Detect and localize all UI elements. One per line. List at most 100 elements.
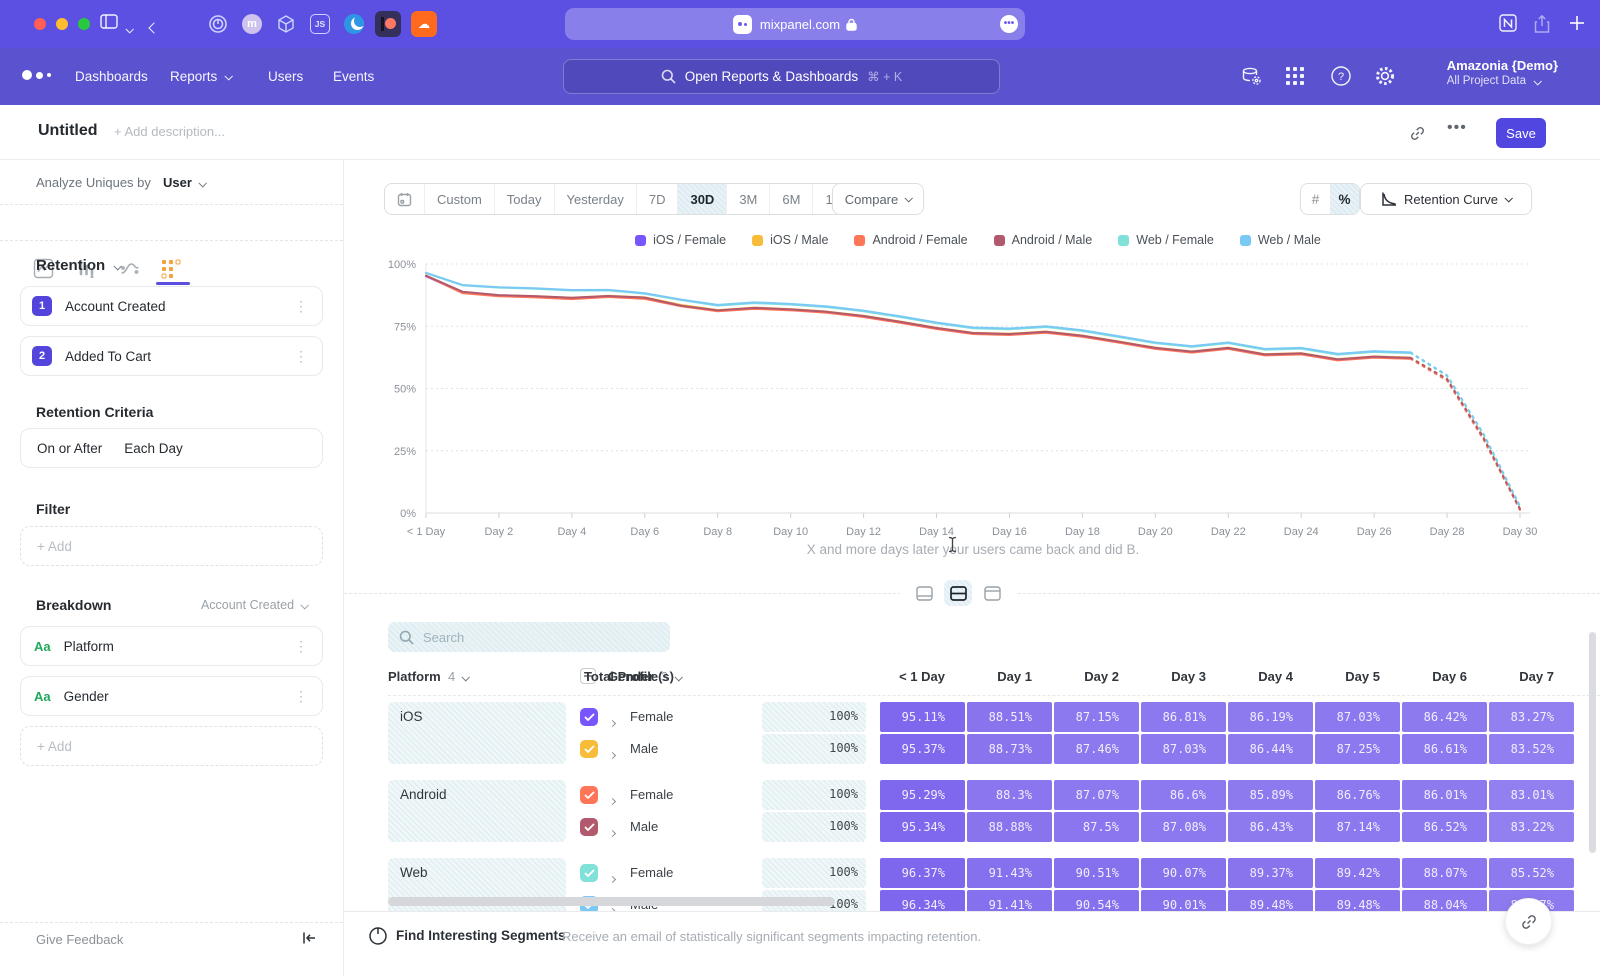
project-chevron-icon[interactable]	[1534, 72, 1540, 90]
collapse-sidebar-icon[interactable]	[301, 930, 317, 946]
filter-add-button[interactable]: + Add	[20, 526, 323, 566]
breakdown-menu-icon[interactable]: ⋮	[294, 638, 308, 655]
analyze-entity-select[interactable]: User	[163, 175, 205, 190]
more-options-icon[interactable]: •••	[1447, 119, 1467, 137]
retention-value-cell[interactable]: 83.22%	[1489, 812, 1574, 842]
retention-value-cell[interactable]: 88.51%	[967, 702, 1052, 732]
retention-value-cell[interactable]: 90.51%	[1054, 858, 1139, 888]
platform-cell[interactable]: iOS	[388, 702, 566, 764]
save-button[interactable]: Save	[1496, 118, 1546, 148]
retention-value-cell[interactable]: 89.37%	[1228, 858, 1313, 888]
retention-value-cell[interactable]: 83.52%	[1489, 734, 1574, 764]
retention-value-cell[interactable]: 88.73%	[967, 734, 1052, 764]
breakdown-menu-icon[interactable]: ⋮	[294, 688, 308, 705]
retention-value-cell[interactable]: 87.25%	[1315, 734, 1400, 764]
report-title[interactable]: Untitled	[38, 122, 98, 140]
range-6m[interactable]: 6M	[769, 184, 812, 214]
retention-value-cell[interactable]: 86.01%	[1402, 780, 1487, 810]
retention-value-cell[interactable]: 87.03%	[1315, 702, 1400, 732]
retention-value-cell[interactable]: 85.52%	[1489, 858, 1574, 888]
range-custom[interactable]: Custom	[424, 184, 494, 214]
retention-value-cell[interactable]: 86.19%	[1228, 702, 1313, 732]
new-tab-icon[interactable]	[1568, 14, 1586, 32]
table-search-input[interactable]: Search	[388, 622, 670, 652]
compare-button[interactable]: Compare	[832, 183, 924, 215]
breakdown-card-gender[interactable]: Aa Gender ⋮	[20, 676, 323, 716]
unit-number-toggle[interactable]: #	[1301, 184, 1330, 214]
retention-value-cell[interactable]: 83.27%	[1489, 702, 1574, 732]
retention-value-cell[interactable]: 88.3%	[967, 780, 1052, 810]
extension-cube-icon[interactable]	[273, 11, 299, 37]
retention-value-cell[interactable]: 95.11%	[880, 702, 965, 732]
retention-value-cell[interactable]: 88.88%	[967, 812, 1052, 842]
retention-value-cell[interactable]: 86.81%	[1141, 702, 1226, 732]
retention-value-cell[interactable]: 86.6%	[1141, 780, 1226, 810]
extension-browserbird-icon[interactable]	[341, 11, 367, 37]
retention-value-cell[interactable]: 87.07%	[1054, 780, 1139, 810]
horizontal-scrollbar[interactable]	[388, 897, 835, 906]
share-icon[interactable]	[1533, 14, 1551, 34]
range-yesterday[interactable]: Yesterday	[554, 184, 636, 214]
retention-value-cell[interactable]: 90.07%	[1141, 858, 1226, 888]
project-switcher[interactable]: Amazonia {Demo} All Project Data	[1447, 58, 1558, 87]
retention-value-cell[interactable]: 89.42%	[1315, 858, 1400, 888]
retention-value-cell[interactable]: 86.43%	[1228, 812, 1313, 842]
address-options-icon[interactable]: •••	[1000, 15, 1018, 33]
unit-percent-toggle[interactable]: %	[1330, 184, 1359, 214]
retention-value-cell[interactable]: 87.08%	[1141, 812, 1226, 842]
step-menu-icon[interactable]: ⋮	[294, 298, 308, 315]
platform-cell[interactable]: Android	[388, 780, 566, 842]
extension-patreon-icon[interactable]	[375, 11, 401, 37]
vertical-scrollbar[interactable]	[1589, 632, 1596, 853]
series-checkbox[interactable]	[580, 818, 598, 836]
retention-value-cell[interactable]: 95.37%	[880, 734, 965, 764]
retention-value-cell[interactable]: 87.03%	[1141, 734, 1226, 764]
expand-row-icon[interactable]	[610, 869, 615, 887]
retention-value-cell[interactable]: 86.76%	[1315, 780, 1400, 810]
share-link-fab[interactable]	[1505, 898, 1552, 945]
extension-js-icon[interactable]: JS	[307, 11, 333, 37]
nav-users[interactable]: Users	[268, 48, 303, 105]
window-minimize-button[interactable]	[56, 18, 68, 30]
range-today[interactable]: Today	[494, 184, 554, 214]
settings-gear-icon[interactable]	[1374, 65, 1396, 87]
retention-value-cell[interactable]: 88.07%	[1402, 858, 1487, 888]
tab-chevron-icon[interactable]	[126, 20, 132, 38]
mixpanel-logo[interactable]	[22, 70, 51, 80]
series-checkbox[interactable]	[580, 708, 598, 726]
tab-retention-icon[interactable]	[160, 258, 184, 282]
range-3m[interactable]: 3M	[726, 184, 769, 214]
retention-value-cell[interactable]: 87.5%	[1054, 812, 1139, 842]
retention-value-cell[interactable]: 87.46%	[1054, 734, 1139, 764]
custom-range-calendar-icon[interactable]	[385, 184, 424, 214]
copy-link-icon[interactable]	[1409, 125, 1426, 142]
retention-value-cell[interactable]: 86.61%	[1402, 734, 1487, 764]
series-checkbox[interactable]	[580, 786, 598, 804]
expand-row-icon[interactable]	[610, 745, 615, 763]
range-7d[interactable]: 7D	[636, 184, 678, 214]
sidebar-toggle-icon[interactable]	[100, 14, 118, 29]
expand-row-icon[interactable]	[610, 791, 615, 809]
retention-section-header[interactable]: Retention	[36, 257, 120, 274]
series-checkbox[interactable]	[580, 740, 598, 758]
step-menu-icon[interactable]: ⋮	[294, 348, 308, 365]
retention-criteria-card[interactable]: On or After Each Day	[20, 428, 323, 468]
retention-value-cell[interactable]: 96.37%	[880, 858, 965, 888]
extension-1password-icon[interactable]	[205, 11, 231, 37]
retention-value-cell[interactable]: 86.44%	[1228, 734, 1313, 764]
retention-value-cell[interactable]: 95.34%	[880, 812, 965, 842]
retention-value-cell[interactable]: 91.43%	[967, 858, 1052, 888]
step-card-added-to-cart[interactable]: 2 Added To Cart ⋮	[20, 336, 323, 376]
expand-row-icon[interactable]	[610, 823, 615, 841]
apps-grid-icon[interactable]	[1284, 65, 1306, 87]
criteria-interval[interactable]: Each Day	[124, 441, 183, 456]
back-icon[interactable]	[150, 19, 158, 37]
breakdown-card-platform[interactable]: Aa Platform ⋮	[20, 626, 323, 666]
range-30d[interactable]: 30D	[677, 184, 726, 214]
retention-value-cell[interactable]: 86.52%	[1402, 812, 1487, 842]
step-card-account-created[interactable]: 1 Account Created ⋮	[20, 286, 323, 326]
footer-title[interactable]: Find Interesting Segments	[396, 928, 566, 943]
retention-value-cell[interactable]: 95.29%	[880, 780, 965, 810]
tab-flows-icon[interactable]	[119, 258, 143, 282]
nav-events[interactable]: Events	[333, 48, 374, 105]
